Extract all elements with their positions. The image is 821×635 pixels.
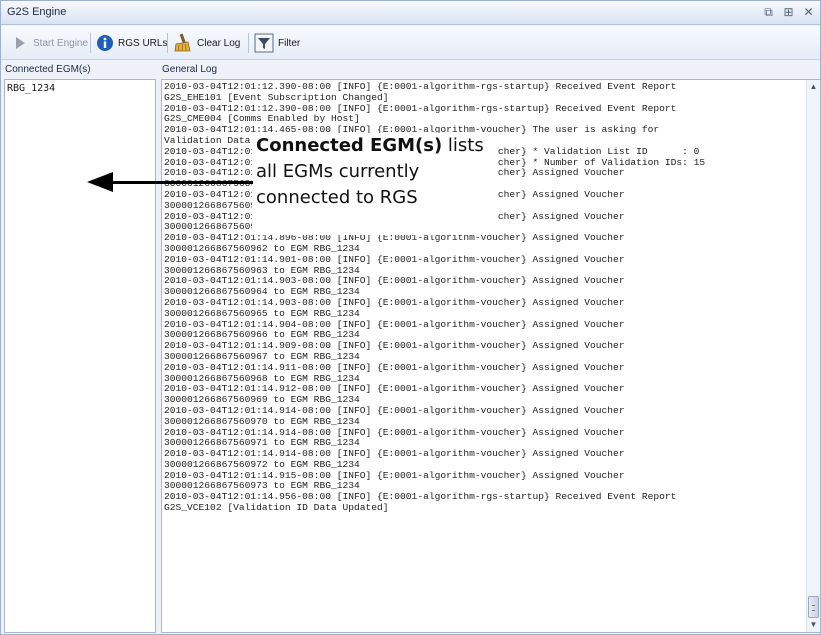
annotation-line3: connected to RGS: [256, 187, 418, 208]
close-icon[interactable]: ✕: [803, 4, 814, 20]
toolbar: Start Engine RGS URLs Clear Log Filter: [1, 26, 820, 60]
annotation-text: Connected EGM(s) lists all EGMs currentl…: [256, 133, 484, 211]
clear-log-label: Clear Log: [197, 37, 241, 49]
vertical-scrollbar[interactable]: ▲ ▼: [806, 80, 820, 632]
rgs-urls-label: RGS URLs: [118, 37, 168, 49]
scroll-down-icon[interactable]: ▼: [807, 618, 820, 632]
log-line: 300001266867560965 to EGM RBG_1234: [164, 307, 360, 319]
restore-icon[interactable]: ⧉: [763, 4, 774, 20]
annotation-callout: Connected EGM(s) lists all EGMs currentl…: [252, 133, 498, 235]
log-line: 2010-03-04T12:01:14.911-08:00 [INFO] {E:…: [164, 361, 625, 373]
annotation-arrow-line: [110, 181, 253, 184]
connected-egms-header: Connected EGM(s): [5, 64, 91, 75]
connected-egms-panel: Connected EGM(s) RBG_1234: [4, 61, 156, 633]
filter-label: Filter: [278, 37, 301, 49]
scrollbar-thumb[interactable]: [808, 596, 819, 618]
filter-icon: [254, 33, 274, 53]
annotation-arrow-head: [87, 172, 113, 192]
pin-icon[interactable]: ⊞: [783, 4, 794, 20]
log-line: G2S_VCE102 [Validation ID Data Updated]: [164, 502, 389, 514]
log-line: 300001266867560970 to EGM RBG_1234: [164, 415, 360, 427]
log-line: 2010-03-04T12:01:14.901-08:00 [INFO] {E:…: [164, 253, 625, 265]
annotation-rest: lists: [442, 135, 484, 156]
connected-egms-list[interactable]: RBG_1234: [4, 79, 156, 633]
info-icon: [96, 34, 114, 52]
scroll-up-icon[interactable]: ▲: [807, 80, 820, 94]
broom-icon: [173, 33, 193, 53]
play-icon: [11, 34, 29, 52]
general-log-header: General Log: [162, 64, 218, 75]
g2s-engine-window: G2S Engine ⧉ ⊞ ✕ Start Engine RGS URLs C…: [0, 0, 821, 635]
title-bar: G2S Engine ⧉ ⊞ ✕: [1, 1, 820, 25]
clear-log-button[interactable]: Clear Log: [173, 30, 240, 56]
toolbar-separator: [167, 33, 168, 53]
list-item[interactable]: RBG_1234: [5, 80, 155, 94]
window-title: G2S Engine: [7, 6, 67, 18]
annotation-line2: all EGMs currently: [256, 161, 420, 182]
window-controls: ⧉ ⊞ ✕: [763, 4, 814, 20]
log-line: G2S_EHE101 [Event Subscription Changed]: [164, 91, 389, 103]
start-engine-button[interactable]: Start Engine: [11, 30, 88, 56]
toolbar-separator: [248, 33, 249, 53]
toolbar-separator: [90, 33, 91, 53]
annotation-bold: Connected EGM(s): [256, 135, 443, 156]
start-engine-label: Start Engine: [33, 37, 89, 49]
filter-button[interactable]: Filter: [254, 30, 300, 56]
rgs-urls-button[interactable]: RGS URLs: [96, 30, 167, 56]
